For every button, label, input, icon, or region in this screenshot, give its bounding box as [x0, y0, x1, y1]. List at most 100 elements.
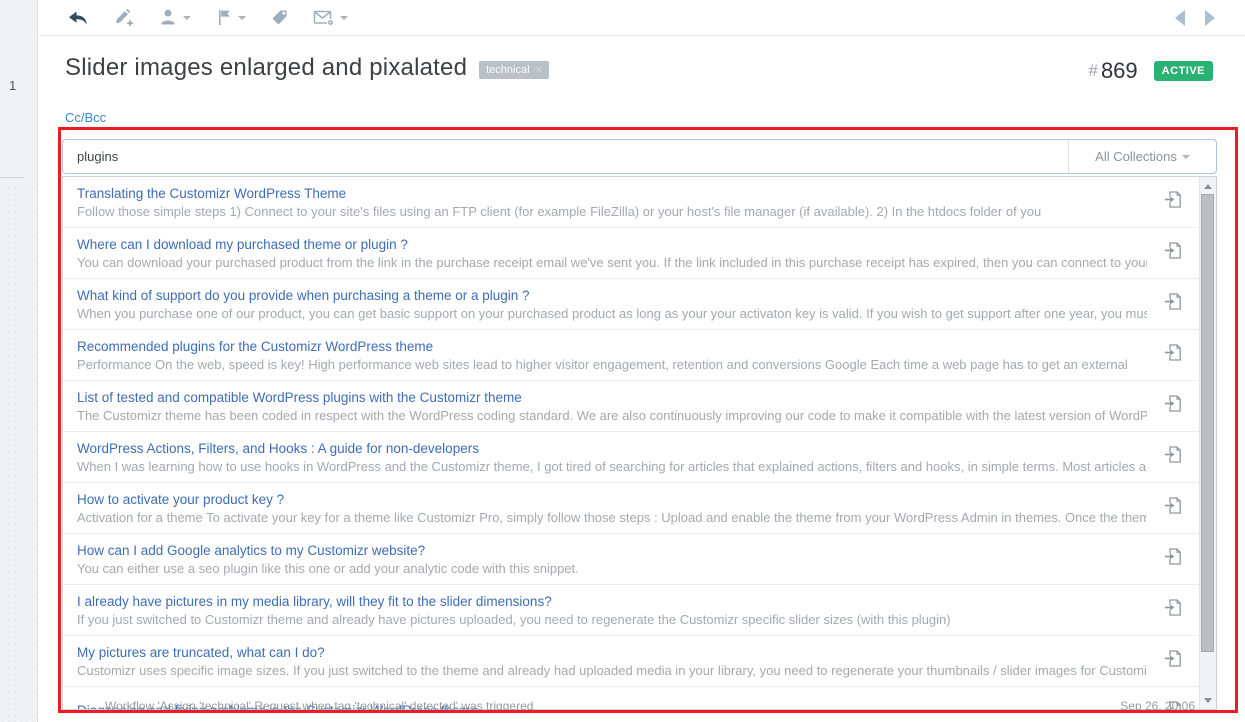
insert-article-icon — [1164, 292, 1182, 316]
arrow-up-icon — [1204, 180, 1212, 189]
folder-count-badge: 1 — [9, 78, 16, 93]
chevron-down-icon — [238, 16, 246, 24]
result-snippet: When I was learning how to use hooks in … — [77, 459, 1147, 474]
workflow-flag-icon — [215, 8, 233, 27]
insert-article-button[interactable] — [1147, 598, 1199, 622]
result-title-link[interactable]: My pictures are truncated, what can I do… — [77, 645, 1147, 660]
left-sidebar: 1 — [0, 0, 38, 722]
result-title-link[interactable]: List of tested and compatible WordPress … — [77, 390, 1147, 405]
insert-article-icon — [1164, 496, 1182, 520]
tag-badge: technical × — [479, 61, 549, 79]
result-text: Recommended plugins for the Customizr Wo… — [77, 339, 1147, 372]
ticket-meta: # 869 ACTIVE — [1088, 58, 1213, 84]
assign-person-icon — [159, 8, 178, 27]
insert-article-icon — [1164, 547, 1182, 571]
reply-icon — [67, 8, 89, 28]
kb-search-bar: All Collections — [62, 139, 1217, 174]
page-title: Slider images enlarged and pixalated — [65, 54, 467, 82]
scrollbar-thumb[interactable] — [1201, 194, 1214, 652]
tag-remove-icon[interactable]: × — [536, 64, 542, 76]
insert-article-icon — [1164, 190, 1182, 214]
result-text: I already have pictures in my media libr… — [77, 594, 1147, 627]
sidebar-texture — [0, 185, 37, 722]
insert-article-icon — [1164, 598, 1182, 622]
result-snippet: You can download your purchased product … — [77, 255, 1147, 270]
search-result-item[interactable]: Diagnosing and fixing problems in the Cu… — [63, 687, 1199, 710]
result-title-link[interactable]: Where can I download my purchased theme … — [77, 237, 1147, 252]
result-text: WordPress Actions, Filters, and Hooks : … — [77, 441, 1147, 474]
insert-article-button[interactable] — [1147, 649, 1199, 673]
add-note-button[interactable] — [113, 8, 135, 28]
result-title-link[interactable]: I already have pictures in my media libr… — [77, 594, 1147, 609]
search-results-panel: Translating the Customizr WordPress Them… — [62, 176, 1217, 710]
search-result-item[interactable]: How can I add Google analytics to my Cus… — [63, 534, 1199, 585]
chevron-down-icon — [340, 16, 348, 24]
search-result-item[interactable]: Translating the Customizr WordPress Them… — [63, 177, 1199, 228]
insert-article-icon — [1164, 700, 1182, 710]
result-title-link[interactable]: Translating the Customizr WordPress Them… — [77, 186, 1147, 201]
ticket-hash: # — [1088, 61, 1097, 81]
status-badge: ACTIVE — [1154, 61, 1213, 81]
insert-article-icon — [1164, 649, 1182, 673]
result-text: Diagnosing and fixing problems in the Cu… — [77, 703, 1147, 710]
search-result-item[interactable]: What kind of support do you provide when… — [63, 279, 1199, 330]
result-snippet: You can either use a seo plugin like thi… — [77, 561, 1147, 576]
arrow-down-icon — [1204, 698, 1212, 707]
result-title-link[interactable]: How can I add Google analytics to my Cus… — [77, 543, 1147, 558]
next-conversation-button[interactable] — [1205, 10, 1215, 26]
search-result-item[interactable]: I already have pictures in my media libr… — [63, 585, 1199, 636]
status-flag-button[interactable] — [215, 8, 246, 27]
result-text: My pictures are truncated, what can I do… — [77, 645, 1147, 678]
result-title-link[interactable]: Recommended plugins for the Customizr Wo… — [77, 339, 1147, 354]
insert-article-button[interactable] — [1147, 547, 1199, 571]
search-result-item[interactable]: Recommended plugins for the Customizr Wo… — [63, 330, 1199, 381]
search-result-item[interactable]: My pictures are truncated, what can I do… — [63, 636, 1199, 687]
insert-article-button[interactable] — [1147, 241, 1199, 265]
result-title-link[interactable]: How to activate your product key ? — [77, 492, 1147, 507]
insert-article-button[interactable] — [1147, 343, 1199, 367]
results-scrollbar[interactable] — [1199, 177, 1216, 709]
assign-button[interactable] — [159, 8, 191, 27]
result-text: Translating the Customizr WordPress Them… — [77, 186, 1147, 219]
insert-article-button[interactable] — [1147, 190, 1199, 214]
insert-article-icon — [1164, 394, 1182, 418]
email-settings-button[interactable] — [313, 8, 348, 27]
insert-article-icon — [1164, 343, 1182, 367]
result-snippet: Customizr uses specific image sizes. If … — [77, 663, 1147, 678]
search-result-item[interactable]: List of tested and compatible WordPress … — [63, 381, 1199, 432]
result-snippet: Performance On the web, speed is key! Hi… — [77, 357, 1147, 372]
scroll-down-button[interactable] — [1200, 692, 1216, 709]
tag-icon — [270, 8, 289, 27]
insert-article-button[interactable] — [1147, 445, 1199, 469]
collections-dropdown[interactable]: All Collections — [1068, 140, 1216, 173]
search-result-item[interactable]: WordPress Actions, Filters, and Hooks : … — [63, 432, 1199, 483]
result-text: List of tested and compatible WordPress … — [77, 390, 1147, 423]
insert-article-icon — [1164, 445, 1182, 469]
insert-article-button[interactable] — [1147, 292, 1199, 316]
result-title-link[interactable]: Diagnosing and fixing problems in the Cu… — [77, 703, 1147, 710]
search-input[interactable] — [63, 140, 1068, 173]
scroll-up-button[interactable] — [1200, 177, 1216, 194]
tag-button[interactable] — [270, 8, 289, 27]
collections-dropdown-value: All Collections — [1095, 149, 1177, 164]
ccbcc-link[interactable]: Cc/Bcc — [65, 110, 106, 125]
result-snippet: When you purchase one of our product, yo… — [77, 306, 1147, 321]
result-text: What kind of support do you provide when… — [77, 288, 1147, 321]
search-result-item[interactable]: How to activate your product key ? Activ… — [63, 483, 1199, 534]
search-result-item[interactable]: Where can I download my purchased theme … — [63, 228, 1199, 279]
insert-article-icon — [1164, 241, 1182, 265]
conversation-nav — [1175, 10, 1215, 26]
result-snippet: If you just switched to Customizr theme … — [77, 612, 1147, 627]
results-list: Translating the Customizr WordPress Them… — [63, 177, 1199, 710]
insert-article-button[interactable] — [1147, 700, 1199, 710]
result-title-link[interactable]: What kind of support do you provide when… — [77, 288, 1147, 303]
sidebar-divider — [0, 177, 24, 178]
result-snippet: Follow those simple steps 1) Connect to … — [77, 204, 1147, 219]
insert-article-button[interactable] — [1147, 394, 1199, 418]
reply-button[interactable] — [67, 8, 89, 28]
previous-conversation-button[interactable] — [1175, 10, 1185, 26]
conversation-toolbar — [39, 0, 1245, 36]
result-title-link[interactable]: WordPress Actions, Filters, and Hooks : … — [77, 441, 1147, 456]
email-settings-icon — [313, 8, 335, 27]
insert-article-button[interactable] — [1147, 496, 1199, 520]
